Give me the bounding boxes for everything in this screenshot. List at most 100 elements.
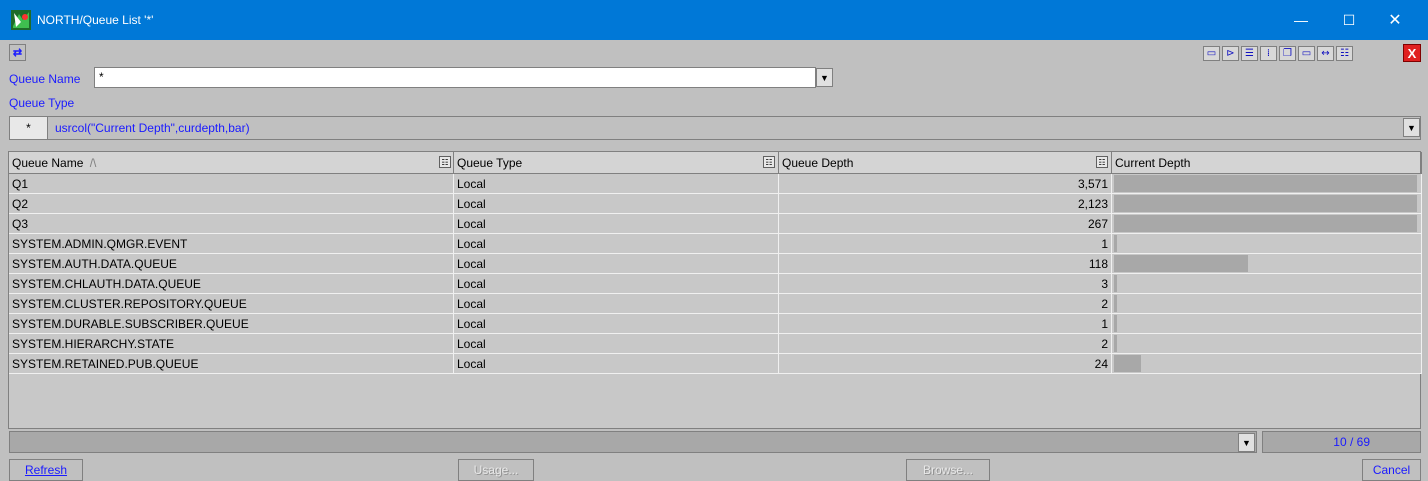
depth-bar — [1114, 175, 1417, 192]
cell-queue-name: SYSTEM.AUTH.DATA.QUEUE — [9, 254, 454, 274]
table-row[interactable]: SYSTEM.RETAINED.PUB.QUEUE Local 24 — [9, 354, 1422, 374]
depth-bar — [1114, 195, 1417, 212]
app-icon — [11, 10, 31, 30]
table-row[interactable]: Q3 Local 267 — [9, 214, 1422, 234]
queue-name-input[interactable]: * — [94, 67, 816, 88]
status-dropdown-icon[interactable]: ▼ — [1238, 433, 1255, 452]
queue-type-label: Queue Type — [9, 96, 75, 110]
cell-queue-name: SYSTEM.RETAINED.PUB.QUEUE — [9, 354, 454, 374]
cell-queue-name: Q3 — [9, 214, 454, 234]
depth-bar — [1114, 235, 1117, 252]
cell-queue-name: SYSTEM.HIERARCHY.STATE — [9, 334, 454, 354]
cell-queue-type: Local — [454, 294, 779, 314]
cell-queue-type: Local — [454, 214, 779, 234]
tree-icon[interactable]: ⊳ — [1222, 46, 1239, 61]
outline-icon[interactable]: ☷ — [1336, 46, 1353, 61]
column-menu-icon[interactable]: ☷ — [763, 156, 775, 168]
cell-current-depth — [1112, 174, 1422, 194]
cell-queue-type: Local — [454, 254, 779, 274]
cell-queue-name: Q1 — [9, 174, 454, 194]
column-menu-icon[interactable]: ☷ — [1096, 156, 1108, 168]
cell-queue-type: Local — [454, 274, 779, 294]
close-window-button[interactable]: ✕ — [1373, 0, 1417, 40]
column-menu-icon[interactable]: ☷ — [439, 156, 451, 168]
columns-icon[interactable]: ⁞ — [1260, 46, 1277, 61]
window-title: NORTH/Queue List '*' — [37, 13, 154, 27]
fit-width-icon[interactable]: ↔ — [1317, 46, 1334, 61]
maximize-button[interactable]: ☐ — [1327, 0, 1371, 40]
cell-queue-depth: 3,571 — [779, 174, 1112, 194]
table-row[interactable]: Q1 Local 3,571 — [9, 174, 1422, 194]
cell-current-depth — [1112, 194, 1422, 214]
cell-queue-depth: 2,123 — [779, 194, 1112, 214]
title-bar: NORTH/Queue List '*' — [0, 0, 1428, 40]
depth-bar — [1114, 335, 1117, 352]
depth-bar — [1114, 255, 1248, 272]
windows-icon[interactable]: ❐ — [1279, 46, 1296, 61]
column-header-queue-depth[interactable]: Queue Depth — [779, 152, 1112, 174]
cell-queue-depth: 1 — [779, 314, 1112, 334]
table-header: Queue Name /\ ☷ Queue Type ☷ Queue Depth… — [9, 152, 1422, 174]
depth-bar — [1114, 355, 1141, 372]
filter-star[interactable]: * — [10, 117, 48, 139]
view-toolbar: ▭ ⊳ ☰ ⁞ ❐ ▭ ↔ ☷ — [1203, 46, 1353, 61]
usage-button[interactable]: Usage... — [458, 459, 534, 481]
table-row[interactable]: SYSTEM.ADMIN.QMGR.EVENT Local 1 — [9, 234, 1422, 254]
table-row[interactable]: SYSTEM.HIERARCHY.STATE Local 2 — [9, 334, 1422, 354]
browse-button[interactable]: Browse... — [906, 459, 990, 481]
cell-queue-depth: 118 — [779, 254, 1112, 274]
column-header-current-depth[interactable]: Current Depth — [1112, 152, 1422, 174]
filter-dropdown-icon[interactable]: ▼ — [1403, 118, 1420, 137]
cell-queue-depth: 2 — [779, 334, 1112, 354]
list-icon[interactable]: ☰ — [1241, 46, 1258, 61]
filter-expression-row[interactable]: * usrcol("Current Depth",curdepth,bar) — [9, 116, 1421, 140]
cell-queue-name: SYSTEM.CHLAUTH.DATA.QUEUE — [9, 274, 454, 294]
cell-queue-depth: 2 — [779, 294, 1112, 314]
cell-queue-depth: 3 — [779, 274, 1112, 294]
table-row[interactable]: SYSTEM.DURABLE.SUBSCRIBER.QUEUE Local 1 — [9, 314, 1422, 334]
close-panel-icon[interactable]: X — [1403, 44, 1421, 62]
refresh-button-label: Refresh — [24, 463, 68, 477]
cell-queue-name: SYSTEM.CLUSTER.REPOSITORY.QUEUE — [9, 294, 454, 314]
cell-queue-type: Local — [454, 234, 779, 254]
depth-bar — [1114, 295, 1117, 312]
single-window-icon[interactable]: ▭ — [1298, 46, 1315, 61]
cell-queue-type: Local — [454, 194, 779, 214]
minimize-button[interactable]: — — [1279, 0, 1323, 40]
queue-name-dropdown-icon[interactable]: ▼ — [816, 68, 833, 87]
table-row[interactable]: SYSTEM.CLUSTER.REPOSITORY.QUEUE Local 2 — [9, 294, 1422, 314]
cancel-button[interactable]: Cancel — [1362, 459, 1421, 481]
cell-queue-name: SYSTEM.ADMIN.QMGR.EVENT — [9, 234, 454, 254]
cell-queue-depth: 1 — [779, 234, 1112, 254]
depth-bar — [1114, 275, 1117, 292]
column-header-queue-name[interactable]: Queue Name /\ — [9, 152, 454, 174]
row-count: 10 / 69 — [1262, 431, 1421, 453]
cell-current-depth — [1112, 314, 1422, 334]
cell-queue-type: Local — [454, 334, 779, 354]
table-row[interactable]: SYSTEM.AUTH.DATA.QUEUE Local 118 — [9, 254, 1422, 274]
refresh-button[interactable]: Refresh — [9, 459, 83, 481]
cell-queue-type: Local — [454, 354, 779, 374]
id-card-icon[interactable]: ▭ — [1203, 46, 1220, 61]
queue-name-label: Queue Name — [9, 72, 81, 86]
cell-queue-depth: 267 — [779, 214, 1112, 234]
cell-current-depth — [1112, 234, 1422, 254]
cell-current-depth — [1112, 274, 1422, 294]
cell-current-depth — [1112, 294, 1422, 314]
table-row[interactable]: SYSTEM.CHLAUTH.DATA.QUEUE Local 3 — [9, 274, 1422, 294]
cell-current-depth — [1112, 254, 1422, 274]
swap-icon[interactable]: ⇄ — [9, 44, 26, 61]
table-row[interactable]: Q2 Local 2,123 — [9, 194, 1422, 214]
filter-expression: usrcol("Current Depth",curdepth,bar) — [55, 121, 250, 135]
queue-table[interactable]: Queue Name /\ ☷ Queue Type ☷ Queue Depth… — [8, 151, 1422, 429]
depth-bar — [1114, 315, 1117, 332]
column-header-queue-type[interactable]: Queue Type — [454, 152, 779, 174]
status-bar — [9, 431, 1257, 453]
depth-bar — [1114, 215, 1417, 232]
cell-current-depth — [1112, 214, 1422, 234]
cell-queue-type: Local — [454, 314, 779, 334]
cell-queue-type: Local — [454, 174, 779, 194]
sort-asc-icon: /\ — [89, 156, 97, 170]
cell-queue-name: SYSTEM.DURABLE.SUBSCRIBER.QUEUE — [9, 314, 454, 334]
cell-current-depth — [1112, 354, 1422, 374]
